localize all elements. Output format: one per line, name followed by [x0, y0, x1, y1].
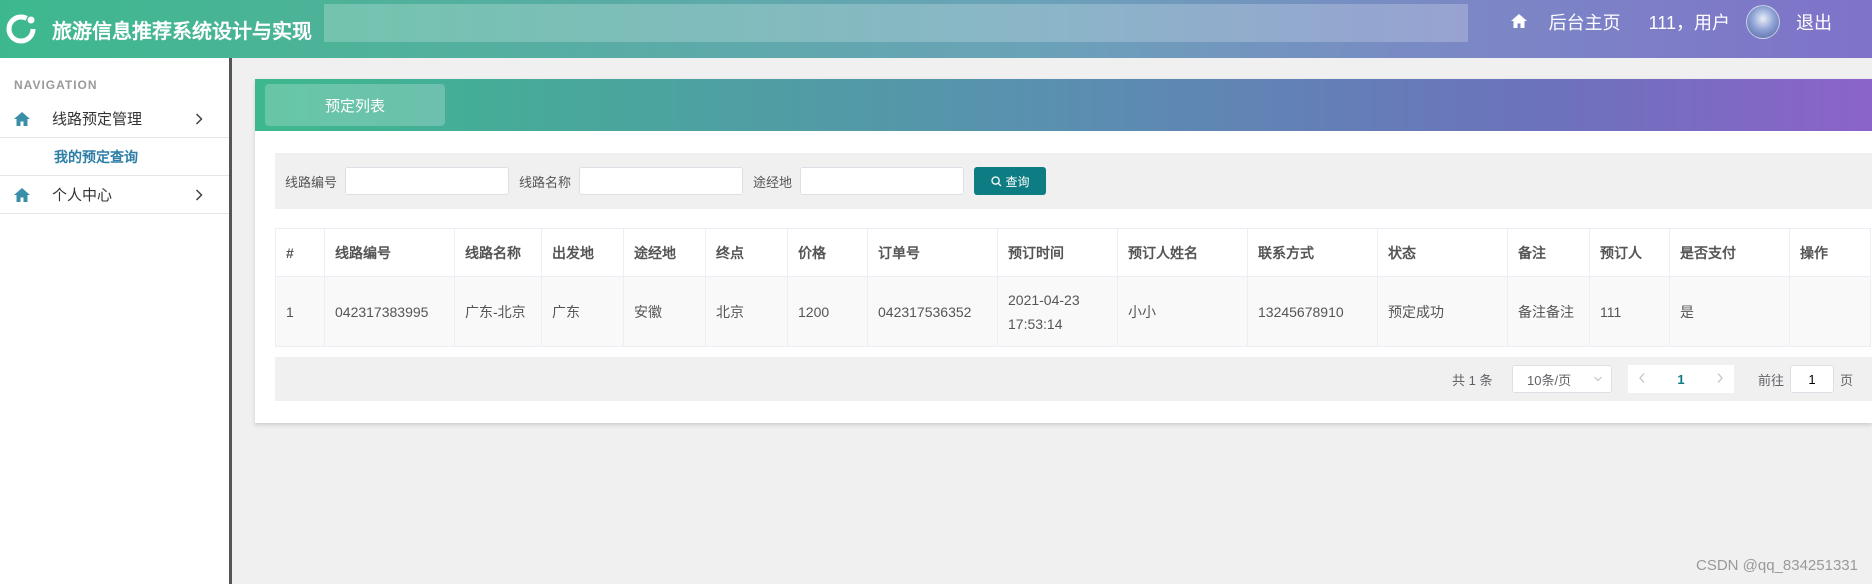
column-header[interactable]: 预订人姓名	[1117, 228, 1248, 277]
sidebar-item-label: 个人中心	[52, 187, 113, 204]
page-size-value: 10条/页	[1527, 372, 1572, 388]
table-cell: 北京	[705, 276, 788, 347]
sidebar-item-label: 线路预定管理	[52, 111, 143, 128]
table-cell: 预定成功	[1377, 276, 1508, 347]
column-header[interactable]: 线路编号	[324, 228, 455, 277]
search-icon	[990, 175, 1001, 186]
column-header[interactable]: 线路名称	[454, 228, 542, 277]
route-no-label: 线路编号	[285, 174, 338, 190]
table-cell: 2021-04-23 17:53:14	[997, 276, 1118, 347]
table-cell: 备注备注	[1507, 276, 1590, 347]
user-name: 111，用户	[1648, 13, 1730, 33]
sidebar: NAVIGATION 线路预定管理 我的预定查询 个人中心	[0, 58, 232, 584]
table-cell: 042317383995	[324, 276, 455, 347]
column-header[interactable]: 订单号	[867, 228, 998, 277]
table-cell: 安徽	[623, 276, 706, 347]
logout-link[interactable]: 退出	[1796, 9, 1832, 35]
via-input[interactable]	[800, 167, 965, 195]
column-header[interactable]: 途经地	[623, 228, 706, 277]
search-button[interactable]: 查询	[974, 167, 1047, 195]
chevron-down-icon	[1593, 372, 1603, 389]
table-cell: 042317536352	[867, 276, 998, 347]
column-header[interactable]: 预订人	[1589, 228, 1670, 277]
sidebar-subitem-my-bookings[interactable]: 我的预定查询	[0, 138, 229, 176]
sidebar-item-personal-center[interactable]: 个人中心	[0, 176, 229, 214]
home-icon[interactable]	[1510, 12, 1527, 33]
column-header[interactable]: 操作	[1789, 228, 1871, 277]
table-cell: 广东	[541, 276, 624, 347]
route-no-input[interactable]	[345, 167, 510, 195]
route-name-label: 线路名称	[519, 174, 572, 190]
column-header[interactable]: 出发地	[541, 228, 624, 277]
column-header[interactable]: 终点	[705, 228, 788, 277]
table-cell: 广东-北京	[454, 276, 542, 347]
table-cell: 小小	[1117, 276, 1248, 347]
top-header: 旅游信息推荐系统设计与实现 后台主页 111，用户 退出	[0, 0, 1872, 58]
booking-list-card: 预定列表 线路编号 线路名称 途经地 查询 # 线路编号 线路名称 出发地 途经…	[255, 79, 1872, 423]
table-cell: 是	[1669, 276, 1790, 347]
nav-caption: NAVIGATION	[14, 78, 98, 92]
app-title: 旅游信息推荐系统设计与实现	[52, 20, 312, 43]
backend-home-link[interactable]: 后台主页	[1549, 9, 1621, 35]
watermark: CSDN @qq_834251331	[1695, 557, 1858, 574]
pagination-total: 共 1 条	[1452, 372, 1493, 388]
goto-page: 前往 页	[1758, 365, 1853, 393]
chevron-right-icon	[195, 188, 203, 205]
column-header[interactable]: 预订时间	[997, 228, 1118, 277]
prev-page-icon[interactable]	[1638, 372, 1646, 387]
card-header: 预定列表	[255, 79, 1872, 131]
table-header-row: # 线路编号 线路名称 出发地 途经地 终点 价格 订单号 预订时间 预订人姓名…	[275, 228, 1871, 277]
column-header[interactable]: 备注	[1507, 228, 1590, 277]
sidebar-item-route-booking[interactable]: 线路预定管理	[0, 100, 229, 138]
route-name-input[interactable]	[579, 167, 744, 195]
column-header[interactable]: 联系方式	[1247, 228, 1378, 277]
goto-label: 前往	[1758, 372, 1785, 388]
page-suffix: 页	[1840, 372, 1854, 388]
next-page-icon[interactable]	[1716, 372, 1724, 387]
table-cell	[1789, 276, 1871, 347]
tab-booking-list[interactable]: 预定列表	[265, 84, 445, 126]
chevron-right-icon	[195, 112, 203, 129]
booking-table: # 线路编号 线路名称 出发地 途经地 终点 价格 订单号 预订时间 预订人姓名…	[275, 228, 1871, 347]
table-cell: 1	[275, 276, 325, 347]
home-icon	[14, 187, 32, 202]
pagination-bar: 共 1 条 10条/页 1 前往 页	[275, 357, 1872, 401]
avatar[interactable]	[1746, 5, 1780, 39]
column-header[interactable]: 是否支付	[1669, 228, 1790, 277]
table-cell: 1200	[787, 276, 868, 347]
via-label: 途经地	[753, 174, 793, 190]
column-header[interactable]: 状态	[1377, 228, 1508, 277]
column-header[interactable]: 价格	[787, 228, 868, 277]
home-icon	[14, 111, 32, 126]
goto-page-input[interactable]	[1790, 365, 1835, 393]
title-band	[324, 4, 1468, 42]
header-actions: 后台主页 111，用户 退出	[1510, 0, 1832, 44]
column-header[interactable]: #	[275, 228, 325, 277]
table-cell: 111	[1589, 276, 1670, 347]
table-cell: 13245678910	[1247, 276, 1378, 347]
refresh-logo-icon	[2, 10, 40, 48]
page-size-select[interactable]: 10条/页	[1512, 365, 1612, 393]
page-navigator: 1	[1628, 365, 1734, 393]
table-row[interactable]: 1 042317383995 广东-北京 广东 安徽 北京 1200 04231…	[275, 276, 1871, 347]
search-bar: 线路编号 线路名称 途经地 查询	[275, 153, 1872, 209]
search-button-label: 查询	[1005, 174, 1030, 189]
current-page[interactable]: 1	[1677, 372, 1684, 387]
